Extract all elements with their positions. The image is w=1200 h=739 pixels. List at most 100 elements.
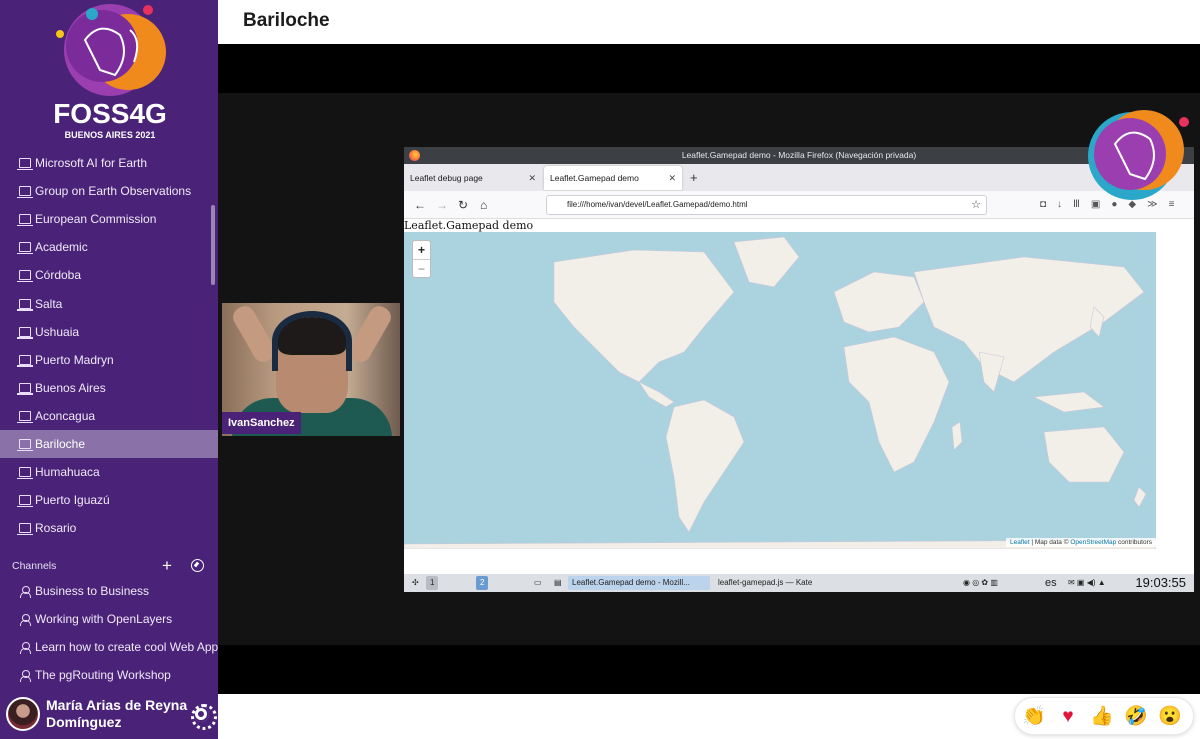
home-icon[interactable]: ⌂ <box>480 196 487 214</box>
user-icon <box>19 669 31 682</box>
user-icon <box>19 641 31 654</box>
sidebar-item-room[interactable]: Group on Earth Observations <box>0 177 218 205</box>
page-heading: Leaflet.Gamepad demo <box>404 219 534 232</box>
logo-text: FOSS4G <box>53 98 167 129</box>
sidebar-item-room[interactable]: Bariloche <box>0 429 218 459</box>
browser-toolbar: ← → ↻ ⌂ file:///home/ivan/devel/Leaflet.… <box>404 191 1194 219</box>
sidebar-item-room[interactable]: Rosario <box>0 514 218 542</box>
task-label: Leaflet.Gamepad demo - Mozill... <box>572 578 690 587</box>
reactions-bar: 👏 ♥ 👍 🤣 😮 <box>1014 697 1194 735</box>
desktop-number: 2 <box>480 578 485 587</box>
sidebar-item-label: Puerto Iguazú <box>35 493 110 508</box>
zoom-control: + − <box>412 240 431 278</box>
sidebar-item-label: Ushuaia <box>35 324 80 339</box>
presentation-icon <box>17 270 33 283</box>
presentation-icon <box>17 410 33 423</box>
leaflet-link[interactable]: Leaflet <box>1010 539 1030 546</box>
sidebar-item-label: Microsoft AI for Earth <box>35 156 148 171</box>
url-text: file:///home/ivan/devel/Leaflet.Gamepad/… <box>567 200 748 209</box>
reload-icon[interactable]: ↻ <box>458 196 468 214</box>
sidebar-item-room[interactable]: Córdoba <box>0 261 218 289</box>
sidebar-item-room[interactable]: Salta <box>0 289 218 317</box>
channels-header: Channels + <box>0 556 218 576</box>
foss4g-logo: FOSS4G BUENOS AIRES 2021 <box>53 4 167 140</box>
clap-icon[interactable]: 👏 <box>1021 704 1047 730</box>
keyboard-language[interactable]: es <box>1045 574 1057 592</box>
stage: IvanSanchez Leaflet.Gamepad demo - Mozil… <box>218 44 1200 694</box>
close-icon[interactable]: ✕ <box>668 166 676 190</box>
task-kate[interactable]: leaflet-gamepad.js — Kate <box>714 576 816 590</box>
presentation-icon <box>17 438 33 451</box>
presentation-icon <box>17 467 33 480</box>
sidebar-item-label: Academic <box>35 240 88 255</box>
world-map <box>404 236 1156 549</box>
sidebar-item-room[interactable]: Aconcagua <box>0 402 218 430</box>
bookmark-star-icon[interactable]: ☆ <box>971 196 981 214</box>
participant-camera[interactable]: IvanSanchez <box>222 303 400 436</box>
app-launcher-icon[interactable]: ✣ <box>408 576 423 590</box>
laughing-icon[interactable]: 🤣 <box>1123 704 1149 730</box>
desktop-number: 1 <box>430 578 435 587</box>
add-channel-icon[interactable]: + <box>162 556 172 576</box>
room-header: Bariloche <box>218 0 1200 44</box>
presentation-icon <box>17 495 33 508</box>
sidebar: FOSS4G BUENOS AIRES 2021 Microsoft AI fo… <box>0 0 218 739</box>
firefox-icon <box>409 150 420 161</box>
osm-link[interactable]: OpenStreetMap <box>1070 539 1116 546</box>
desktop-pager-1[interactable]: 1 <box>426 576 439 590</box>
desktop-pager-2[interactable]: 2 <box>476 576 489 590</box>
tab-label: Leaflet debug page <box>410 173 483 183</box>
os-taskbar: ✣ 1 2 ▭ ▤ Leaflet.Gamepad demo - Mozill.… <box>404 574 1194 592</box>
presentation-icon <box>17 186 33 199</box>
presentation-icon <box>17 158 33 171</box>
tray-icons[interactable]: ◉ ◎ ✿ ▥ <box>959 576 1002 590</box>
browser-tab-debug[interactable]: Leaflet debug page ✕ <box>404 166 542 190</box>
browser-tab-gamepad[interactable]: Leaflet.Gamepad demo ✕ <box>544 166 682 190</box>
browser-tabbar: Leaflet debug page ✕ Leaflet.Gamepad dem… <box>404 164 1194 191</box>
back-icon[interactable]: ← <box>414 196 426 214</box>
presentation-icon <box>17 214 33 227</box>
presentation-icon <box>17 242 33 255</box>
channels-heading: Channels <box>12 560 57 572</box>
sidebar-item-room[interactable]: Buenos Aires <box>0 374 218 402</box>
new-tab-button[interactable]: + <box>690 164 698 191</box>
window-title: Leaflet.Gamepad demo - Mozilla Firefox (… <box>681 150 917 160</box>
sidebar-item-room[interactable]: European Commission <box>0 205 218 233</box>
sidebar-item-label: Rosario <box>35 521 77 536</box>
forward-icon[interactable]: → <box>436 196 448 214</box>
sidebar-item-label: Córdoba <box>35 268 82 283</box>
zoom-in-button[interactable]: + <box>413 241 430 259</box>
window-titlebar: Leaflet.Gamepad demo - Mozilla Firefox (… <box>404 147 1194 164</box>
sidebar-item-room[interactable]: Academic <box>0 233 218 261</box>
sidebar-item-room[interactable]: Ushuaia <box>0 318 218 346</box>
avatar[interactable] <box>6 697 40 731</box>
heart-icon[interactable]: ♥ <box>1055 704 1081 730</box>
explore-channels-icon[interactable] <box>191 559 204 572</box>
sidebar-item-channel[interactable]: The pgRouting Workshop <box>0 661 218 689</box>
sidebar-item-room[interactable]: Humahuaca <box>0 458 218 486</box>
sidebar-item-channel[interactable]: Learn how to create cool Web Appli... <box>0 633 218 661</box>
gear-icon[interactable] <box>191 704 217 730</box>
sidebar-item-label: European Commission <box>35 212 157 227</box>
tray-status-icons[interactable]: ✉ ▣ ◀) ▲ <box>1064 576 1110 590</box>
room-list: Microsoft AI for Earth Group on Earth Obs… <box>0 149 218 542</box>
task-firefox[interactable]: Leaflet.Gamepad demo - Mozill... <box>568 576 710 590</box>
sidebar-item-room[interactable]: Puerto Iguazú <box>0 486 218 514</box>
system-clock[interactable]: 19:03:55 <box>1135 574 1186 592</box>
url-bar[interactable]: file:///home/ivan/devel/Leaflet.Gamepad/… <box>546 195 987 215</box>
surprised-icon[interactable]: 😮 <box>1157 704 1183 730</box>
headset-icon <box>272 311 352 371</box>
sidebar-item-channel[interactable]: Working with OpenLayers <box>0 605 218 633</box>
sidebar-scrollbar[interactable] <box>211 205 215 285</box>
sidebar-item-label: Humahuaca <box>35 465 100 480</box>
sidebar-item-room[interactable]: Puerto Madryn <box>0 346 218 374</box>
sidebar-item-channel[interactable]: Business to Business <box>0 577 218 605</box>
sidebar-item-label: Group on Earth Observations <box>35 184 192 199</box>
map-view[interactable]: + − Leaflet | Map data © OpenStreetMap c… <box>404 232 1156 549</box>
sidebar-item-room[interactable]: Microsoft AI for Earth <box>0 149 218 177</box>
thumbs-up-icon[interactable]: 👍 <box>1089 704 1115 730</box>
folder-icon[interactable]: ▤ <box>550 576 566 590</box>
zoom-out-button[interactable]: − <box>413 259 430 277</box>
close-icon[interactable]: ✕ <box>528 166 536 190</box>
terminal-icon[interactable]: ▭ <box>530 576 546 590</box>
